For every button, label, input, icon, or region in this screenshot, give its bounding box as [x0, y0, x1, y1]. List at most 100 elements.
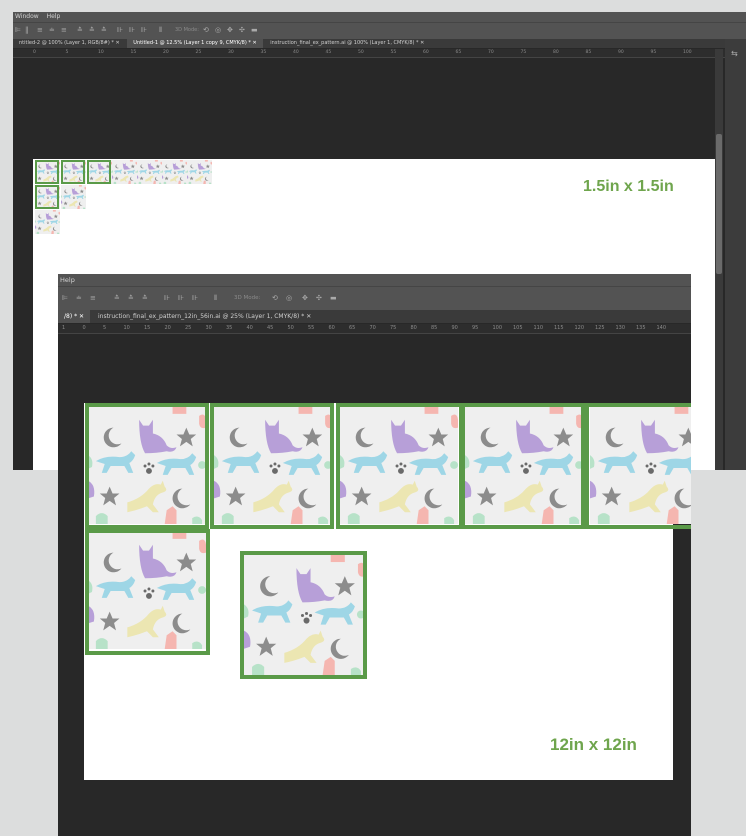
distribute-middle-icon[interactable]: ≛ — [128, 295, 134, 302]
tile-selection-frame[interactable] — [61, 160, 85, 184]
distribute-top-icon[interactable]: ≛ — [77, 27, 83, 34]
ruler-tick-label: 30 — [228, 50, 234, 55]
ruler-tick-label: 35 — [260, 50, 267, 55]
menu-window[interactable]: Window — [15, 13, 39, 20]
ruler-tick-label: 0 — [33, 50, 36, 55]
auto-align-icon[interactable]: ⦀ — [159, 27, 162, 34]
ruler-tick-label: 85 — [431, 325, 438, 331]
3d-drag-icon[interactable]: ✥ — [302, 295, 308, 302]
distribute-left-icon[interactable]: ⊪ — [164, 295, 170, 302]
3d-roll-icon[interactable]: ◎ — [286, 295, 292, 302]
menu-help[interactable]: Help — [60, 276, 75, 284]
ruler-tick-label: 65 — [349, 325, 356, 331]
tab-current[interactable]: /8) * ✕ — [58, 310, 91, 323]
close-icon[interactable]: ✕ — [79, 313, 84, 320]
document-tabs: /8) * ✕ instruction_final_ex_pattern_12i… — [58, 310, 691, 323]
ruler-tick-label: 15 — [144, 325, 151, 331]
ruler-tick-label: 10 — [98, 50, 104, 55]
ruler-tick-label: 75 — [390, 325, 397, 331]
distribute-center-icon[interactable]: ⊪ — [129, 27, 135, 34]
tab-instruction-pattern-12in[interactable]: instruction_final_ex_pattern_12in_56in.a… — [92, 310, 317, 323]
distribute-top-icon[interactable]: ≛ — [114, 295, 120, 302]
distribute-right-icon[interactable]: ⊪ — [192, 295, 198, 302]
3d-scale-icon[interactable]: ▬ — [330, 295, 337, 302]
tile-selection-frame[interactable] — [87, 160, 111, 184]
distribute-bottom-icon[interactable]: ≛ — [142, 295, 148, 302]
align-center-icon[interactable]: ‖ — [25, 27, 29, 34]
scrollbar-thumb[interactable] — [716, 134, 722, 274]
distribute-middle-icon[interactable]: ≛ — [89, 27, 95, 34]
ruler-tick-label: 10 — [123, 325, 130, 331]
tile-selection-frame[interactable] — [85, 403, 209, 529]
3d-rotate-icon[interactable]: ⟲ — [272, 295, 278, 302]
tab-instruction-pattern[interactable]: instruction_final_ex_pattern.ai @ 100% (… — [264, 39, 430, 48]
close-icon[interactable]: ✕ — [252, 40, 256, 46]
3d-rotate-icon[interactable]: ⟲ — [203, 27, 209, 34]
tile-selection-frame[interactable] — [35, 185, 59, 209]
align-left-icon[interactable]: ⊫ — [62, 295, 68, 302]
close-icon[interactable]: ✕ — [115, 40, 119, 46]
ruler-tick-label: 60 — [423, 50, 429, 55]
ruler-tick-label: 40 — [293, 50, 299, 55]
tile-selection-frame[interactable] — [35, 160, 59, 184]
tile-selection-frame[interactable] — [210, 403, 334, 529]
pattern-tile — [162, 160, 187, 184]
ruler-tick-label: 55 — [390, 50, 397, 55]
ruler-tick-label: 20 — [164, 325, 171, 331]
ruler-tick-label: 50 — [287, 325, 294, 331]
close-icon[interactable]: ✕ — [306, 313, 311, 320]
tile-selection-frame[interactable] — [585, 403, 691, 529]
ruler-tick-label: 120 — [574, 325, 585, 331]
tile-selection-frame[interactable] — [461, 403, 585, 529]
tab-untitled-1[interactable]: Untitled-1 @ 12.5% (Layer 1 copy 9, CMYK… — [127, 39, 263, 48]
tab-label: instruction_final_ex_pattern.ai @ 100% (… — [270, 40, 419, 46]
3d-slide-icon[interactable]: ✣ — [316, 295, 322, 302]
ruler-tick-label: 100 — [683, 50, 692, 55]
3d-slide-icon[interactable]: ✣ — [239, 27, 245, 34]
align-bottom-icon[interactable]: ≡ — [61, 27, 67, 34]
ruler-tick-label: 90 — [451, 325, 458, 331]
tile-selection-frame[interactable] — [240, 551, 367, 679]
ruler-tick-label: 90 — [618, 50, 624, 55]
tile-selection-frame[interactable] — [85, 529, 210, 655]
menu-help[interactable]: Help — [47, 13, 61, 20]
pattern-tile — [112, 160, 137, 184]
pattern-tile — [187, 160, 212, 184]
align-right-icon[interactable]: ≡ — [90, 295, 96, 302]
3d-mode-label: 3D Mode: — [234, 295, 261, 301]
3d-roll-icon[interactable]: ◎ — [215, 27, 221, 34]
ruler-tick-label: 25 — [185, 325, 192, 331]
auto-align-icon[interactable]: ⦀ — [214, 295, 217, 302]
tile-selection-frame[interactable] — [336, 403, 463, 529]
pattern-tile — [61, 185, 86, 209]
3d-drag-icon[interactable]: ✥ — [227, 27, 233, 34]
panel-toggle-icon[interactable]: ⇆ — [731, 49, 738, 58]
align-middle-icon[interactable]: ≐ — [49, 27, 55, 34]
distribute-bottom-icon[interactable]: ≛ — [101, 27, 107, 34]
ruler-tick-label: 80 — [553, 50, 559, 55]
ruler-tick-label: 130 — [615, 325, 626, 331]
ruler-tick-label: 110 — [533, 325, 544, 331]
ruler-tick-label: 50 — [358, 50, 364, 55]
size-label-small: 1.5in x 1.5in — [583, 178, 674, 195]
3d-scale-icon[interactable]: ▬ — [251, 27, 258, 34]
ruler-tick-label: 30 — [205, 325, 212, 331]
tab-label: ntitled-2 @ 100% (Layer 1, RGB/8#) * — [19, 40, 114, 46]
tab-label: Untitled-1 @ 12.5% (Layer 1 copy 9, CMYK… — [133, 40, 251, 46]
align-top-icon[interactable]: ≡ — [37, 27, 43, 34]
horizontal-ruler: 0 5 10 15 20 25 30 35 40 45 50 55 60 65 70 75 80 85 90 95 10… — [13, 49, 746, 58]
menu-bar: Help — [58, 274, 691, 286]
ruler-tick-label: 45 — [325, 50, 332, 55]
ruler-tick-label: 25 — [195, 50, 202, 55]
distribute-left-icon[interactable]: ⊪ — [117, 27, 123, 34]
distribute-right-icon[interactable]: ⊪ — [141, 27, 147, 34]
align-left-icon[interactable]: ⊫ — [15, 27, 21, 34]
ruler-tick-label: 105 — [513, 325, 523, 331]
close-icon[interactable]: ✕ — [420, 40, 424, 46]
3d-mode-label: 3D Mode: — [175, 27, 199, 33]
align-center-icon[interactable]: ≐ — [76, 295, 82, 302]
distribute-center-icon[interactable]: ⊪ — [178, 295, 184, 302]
options-toolbar: ⊫ ≐ ≡ ≛ ≛ ≛ ⊪ ⊪ ⊪ ⦀ 3D Mode: ⟲ ◎ ✥ ✣ ▬ — [58, 286, 691, 310]
ruler-tick-label: 5 — [65, 50, 69, 55]
tab-untitled-2[interactable]: ntitled-2 @ 100% (Layer 1, RGB/8#) * ✕ — [13, 39, 126, 48]
